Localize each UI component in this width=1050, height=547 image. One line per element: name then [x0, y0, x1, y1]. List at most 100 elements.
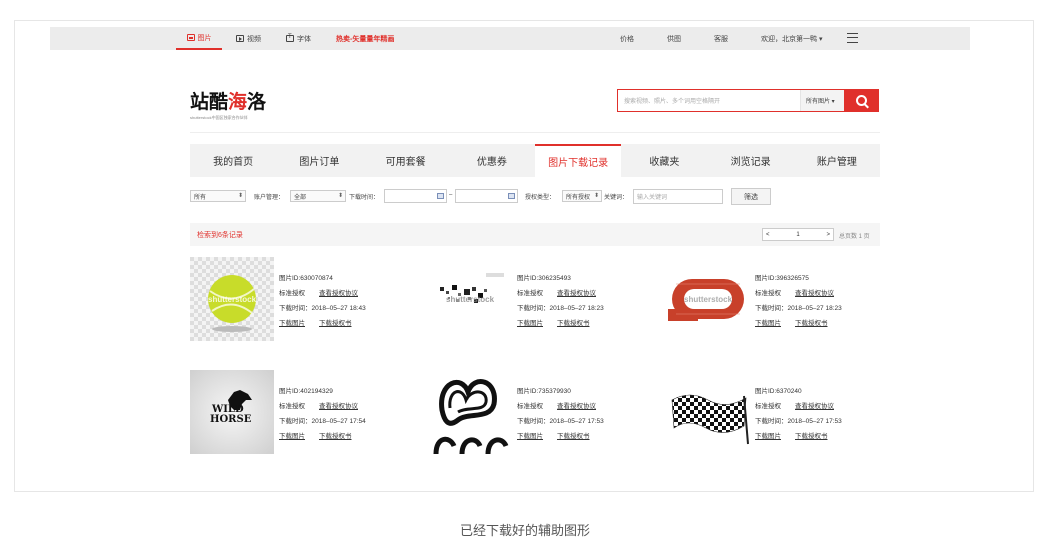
- logo[interactable]: 站酷海洛 shutterstock中国区独家合作伙伴: [190, 87, 266, 121]
- filter-bar: 所有 账户管理： 全部 下载时间： – 授权类型： 所有授权 关键词： 输入关键…: [0, 187, 1050, 207]
- image-id: 图片ID:306235493: [517, 275, 571, 282]
- time-label: 下载时间：: [349, 195, 380, 201]
- pagination: < 1 >: [762, 228, 834, 241]
- download-time: 下载时间：2018–05–27 18:23: [755, 305, 842, 312]
- filter-button[interactable]: 筛选: [731, 188, 771, 205]
- keyword-input[interactable]: 输入关键词: [633, 189, 723, 204]
- license-type: 标准授权: [517, 290, 543, 297]
- list-item: 图片ID:6370240 标准授权 查看授权协议 下载时间：2018–05–27 …: [666, 370, 886, 460]
- download-image-link[interactable]: 下载图片: [517, 433, 543, 440]
- download-image-link[interactable]: 下载图片: [517, 320, 543, 327]
- view-agreement-link[interactable]: 查看授权协议: [319, 403, 358, 410]
- checkered-flag-image: [671, 394, 749, 445]
- thumbnail-race-track[interactable]: [428, 370, 512, 454]
- list-item: WILD HORSE 图片ID:402194329 标准授权 查看授权协议 下载时…: [190, 370, 410, 460]
- price-link[interactable]: 价格: [620, 27, 634, 50]
- race-track-image: [433, 379, 509, 454]
- nav-download-history[interactable]: 图片下载记录: [535, 144, 622, 177]
- horse-text-horse: HORSE: [210, 414, 252, 425]
- search-bar: 搜索视频、照片、多个词用空格隔开 所有图片 ▾: [617, 89, 879, 112]
- tab-videos[interactable]: 视频: [236, 27, 261, 50]
- license-label: 授权类型：: [525, 195, 556, 201]
- watermark: shutterstock: [208, 295, 257, 304]
- result-count: 检索到6条记录: [197, 232, 243, 239]
- view-agreement-link[interactable]: 查看授权协议: [319, 290, 358, 297]
- download-certificate-link[interactable]: 下载授权书: [319, 320, 352, 327]
- calendar-icon[interactable]: [508, 193, 515, 199]
- download-image-link[interactable]: 下载图片: [755, 320, 781, 327]
- hamburger-menu-icon[interactable]: [847, 33, 858, 43]
- thumbnail-wild-horse[interactable]: WILD HORSE: [190, 370, 274, 454]
- image-id: 图片ID:396326575: [755, 275, 809, 282]
- watermark: shutterstock: [684, 295, 733, 304]
- nav-image-orders[interactable]: 图片订单: [276, 144, 362, 177]
- search-category-select[interactable]: 所有图片 ▾: [800, 90, 844, 111]
- search-icon: [855, 95, 867, 106]
- view-agreement-link[interactable]: 查看授权协议: [795, 290, 834, 297]
- font-icon: [286, 34, 294, 42]
- image-caption: 已经下载好的辅助图形: [459, 523, 590, 538]
- tab-images[interactable]: 图片: [176, 27, 222, 50]
- list-item: shutterstock 图片ID:306235493 标准授权 查看授权协议 下…: [428, 257, 648, 347]
- divider: [190, 132, 880, 133]
- promo-link[interactable]: 热卖-矢量量年精画: [336, 27, 394, 50]
- calendar-icon[interactable]: [437, 193, 444, 199]
- pager-prev-button[interactable]: <: [766, 232, 770, 238]
- keyword-label: 关键词：: [604, 195, 629, 201]
- download-certificate-link[interactable]: 下载授权书: [795, 433, 828, 440]
- pager-current-page[interactable]: 1: [796, 232, 799, 238]
- download-time: 下载时间：2018–05–27 17:54: [279, 418, 366, 425]
- logo-subtitle: shutterstock中国区独家合作伙伴: [190, 115, 248, 120]
- view-agreement-link[interactable]: 查看授权协议: [557, 403, 596, 410]
- supply-link[interactable]: 供图: [667, 27, 681, 50]
- download-certificate-link[interactable]: 下载授权书: [557, 433, 590, 440]
- top-bar: 图片 视频 字体 热卖-矢量量年精画 价格 供图 客服 欢迎，北京第一鸭 ▾: [50, 27, 970, 50]
- type-select[interactable]: 所有: [190, 190, 246, 202]
- download-image-link[interactable]: 下载图片: [279, 320, 305, 327]
- video-icon: [236, 35, 244, 42]
- end-date-field[interactable]: [455, 189, 518, 203]
- nav-my-home[interactable]: 我的首页: [190, 144, 276, 177]
- user-menu[interactable]: 欢迎，北京第一鸭 ▾: [761, 27, 822, 50]
- download-certificate-link[interactable]: 下载授权书: [557, 320, 590, 327]
- image-id: 图片ID:735379930: [517, 388, 571, 395]
- thumbnail-running-track[interactable]: shutterstock: [666, 257, 750, 341]
- download-image-link[interactable]: 下载图片: [279, 433, 305, 440]
- service-link[interactable]: 客服: [714, 27, 728, 50]
- total-pages: 总页数 1 页: [839, 234, 870, 240]
- logo-text: 站酷海洛: [190, 91, 267, 113]
- thumbnail-checkered-flag[interactable]: [666, 370, 750, 454]
- list-item: shutterstock 图片ID:396326575 标准授权 查看授权协议 下…: [666, 257, 886, 347]
- nav-favorites[interactable]: 收藏夹: [621, 144, 707, 177]
- thumbnail-tennis-ball[interactable]: shutterstock: [190, 257, 274, 341]
- license-type: 标准授权: [279, 290, 305, 297]
- thumbnail-particles[interactable]: shutterstock: [428, 257, 512, 341]
- license-select[interactable]: 所有授权: [562, 190, 602, 202]
- search-button[interactable]: [844, 90, 878, 111]
- search-input[interactable]: 搜索视频、照片、多个词用空格隔开: [618, 90, 800, 111]
- nav-coupons[interactable]: 优惠券: [449, 144, 535, 177]
- nav-available-plans[interactable]: 可用套餐: [363, 144, 449, 177]
- image-id: 图片ID:6370240: [755, 388, 802, 395]
- download-certificate-link[interactable]: 下载授权书: [795, 320, 828, 327]
- download-time: 下载时间：2018–05–27 17:53: [517, 418, 604, 425]
- nav-browse-history[interactable]: 浏览记录: [708, 144, 794, 177]
- license-type: 标准授权: [279, 403, 305, 410]
- license-type: 标准授权: [755, 403, 781, 410]
- tab-fonts[interactable]: 字体: [286, 27, 311, 50]
- account-select[interactable]: 全部: [290, 190, 346, 202]
- start-date-field[interactable]: [384, 189, 447, 203]
- results-bar: 检索到6条记录 < 1 > 总页数 1 页: [190, 223, 880, 246]
- account-nav: 我的首页 图片订单 可用套餐 优惠券 图片下载记录 收藏夹 浏览记录 账户管理: [190, 144, 880, 177]
- nav-account-settings[interactable]: 账户管理: [794, 144, 880, 177]
- watermark: shutterstock: [446, 295, 495, 304]
- view-agreement-link[interactable]: 查看授权协议: [795, 403, 834, 410]
- view-agreement-link[interactable]: 查看授权协议: [557, 290, 596, 297]
- image-id: 图片ID:402194329: [279, 388, 333, 395]
- list-item: shutterstock 图片ID:630070874 标准授权 查看授权协议 下…: [190, 257, 410, 347]
- pager-next-button[interactable]: >: [826, 232, 830, 238]
- date-separator: –: [449, 192, 453, 198]
- account-label: 账户管理：: [254, 195, 285, 201]
- download-image-link[interactable]: 下载图片: [755, 433, 781, 440]
- download-certificate-link[interactable]: 下载授权书: [319, 433, 352, 440]
